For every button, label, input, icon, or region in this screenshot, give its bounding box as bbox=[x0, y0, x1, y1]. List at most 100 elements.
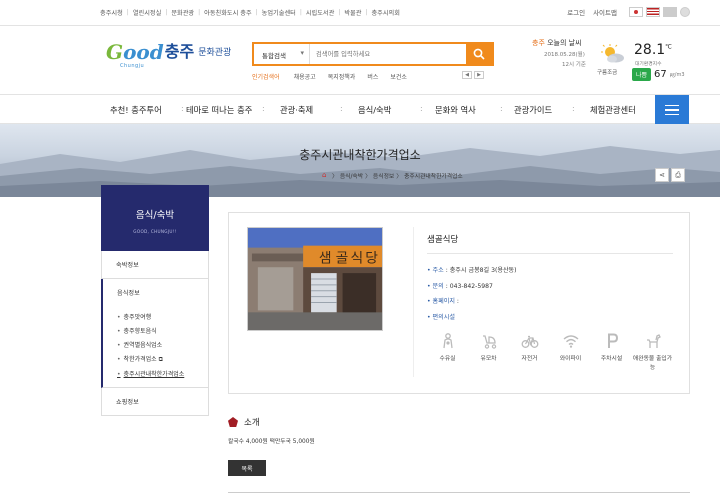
list-button[interactable]: 목록 bbox=[228, 460, 266, 476]
facility-pet: 애완동물 출입가능 bbox=[632, 331, 673, 373]
keyword-next-button[interactable]: ▶ bbox=[474, 71, 484, 79]
weather-time: 12시 기준 bbox=[562, 62, 586, 68]
shop-homepage: 홈페이지 : bbox=[427, 296, 517, 305]
util-link-council[interactable]: 충주시의회 bbox=[371, 8, 399, 17]
language-circle-icon[interactable] bbox=[680, 7, 690, 17]
utility-right: 로그인 사이트맵 bbox=[567, 7, 690, 17]
shop-photo: 샘 골 식 당 bbox=[247, 227, 383, 331]
other-language-flag-icon[interactable] bbox=[663, 7, 677, 17]
side-nav-item-lodging[interactable]: 숙박정보 bbox=[102, 251, 208, 278]
search-icon bbox=[473, 48, 485, 60]
popular-keyword[interactable]: 보건소 bbox=[390, 72, 407, 81]
facility-wifi: 와이파이 bbox=[550, 331, 591, 373]
shop-phone: 문의 : 043-842-5987 bbox=[427, 281, 517, 290]
shop-facilities-label: 편의시설 bbox=[427, 312, 517, 321]
nav-item-theme-tour[interactable]: 테마로 떠나는 충주 bbox=[186, 104, 252, 116]
side-nav-subitems: 충주맛여행 충주향토음식 권역별음식업소 착한가격업소 ⧉ 충주시관내착한가격업… bbox=[103, 309, 208, 387]
nav-item-recommended-tour[interactable]: 추천! 충주투어 bbox=[110, 104, 162, 116]
facility-nursing-room: 수유실 bbox=[427, 331, 468, 373]
facility-icons: 수유실 유모차 자전거 와이파이 주차시설 애완동물 출입가능 bbox=[427, 331, 673, 373]
intro-section: 소개 칼국수 4,000원 떡만두국 5,000원 bbox=[228, 416, 315, 445]
util-link-museum[interactable]: 박물관 bbox=[344, 8, 361, 17]
home-icon[interactable]: ⌂ bbox=[322, 172, 330, 179]
search-box: 통합검색 bbox=[252, 42, 494, 66]
util-link-city-hall[interactable]: 충주시청 bbox=[100, 8, 123, 17]
nav-item-experience-center[interactable]: 체험관광센터 bbox=[590, 104, 636, 116]
nav-item-food-lodging[interactable]: 음식/숙박 bbox=[358, 104, 391, 116]
side-nav-sub-item[interactable]: 충주향토음식 bbox=[117, 323, 208, 337]
search-input[interactable] bbox=[310, 44, 466, 64]
bicycle-icon bbox=[521, 335, 538, 348]
logo-subtitle: Chungju bbox=[120, 63, 145, 69]
hamburger-icon bbox=[665, 104, 679, 107]
shop-info: 주소 : 충주시 금봉8길 3(용산동) 문의 : 043-842-5987 홈… bbox=[427, 265, 517, 327]
side-nav-sub-item-active[interactable]: 충주시관내착한가격업소 bbox=[117, 367, 208, 381]
popular-keyword[interactable]: 버스 bbox=[367, 72, 378, 81]
nav-item-tourism-festival[interactable]: 관광·축제 bbox=[280, 104, 313, 116]
search-button[interactable] bbox=[466, 44, 492, 64]
side-nav-item-shopping[interactable]: 쇼핑정보 bbox=[102, 388, 208, 415]
side-nav-sub-item[interactable]: 충주맛여행 bbox=[117, 309, 208, 323]
air-quality-badge: 나쁨 bbox=[632, 68, 652, 81]
site-logo[interactable]: Good 충주 문화관광 bbox=[106, 42, 231, 62]
facility-parking: 주차시설 bbox=[591, 331, 632, 373]
share-icon[interactable]: ⋖ bbox=[655, 168, 669, 182]
side-nav-item-food[interactable]: 음식정보 bbox=[103, 279, 208, 309]
side-nav-sub-item[interactable]: 권역별음식업소 bbox=[117, 337, 208, 351]
popular-keywords: 인기검색어 채용공고 복지정책과 버스 보건소 ◀ ▶ bbox=[252, 71, 484, 81]
util-link-open-office[interactable]: 열린시정실 bbox=[133, 8, 161, 17]
nav-item-tour-guide[interactable]: 관광가이드 bbox=[514, 104, 552, 116]
keyword-prev-button[interactable]: ◀ bbox=[462, 71, 472, 79]
shop-sign-char: 골 bbox=[336, 250, 349, 266]
stroller-icon bbox=[482, 335, 496, 349]
intro-title: 소개 bbox=[244, 418, 260, 428]
parking-icon bbox=[607, 333, 618, 348]
shop-address: 주소 : 충주시 금봉8길 3(용산동) bbox=[427, 265, 517, 274]
facility-bicycle: 자전거 bbox=[509, 331, 550, 373]
popular-label: 인기검색어 bbox=[252, 74, 280, 81]
util-link-culture[interactable]: 문화관광 bbox=[171, 8, 194, 17]
page-title: 충주시관내착한가격업소 bbox=[299, 148, 421, 162]
shop-sign-char: 샘 bbox=[319, 250, 332, 266]
search-scope-select[interactable]: 통합검색 bbox=[254, 44, 310, 64]
header: Good 충주 문화관광 Chungju 통합검색 인기검색어 채용공고 복지정… bbox=[0, 26, 720, 94]
all-menu-button[interactable] bbox=[655, 95, 689, 125]
weather-date: 2018.05.28(월) bbox=[544, 52, 585, 58]
breadcrumb: ⌂ 〉 음식/숙박 〉 음식정보 〉 충주시관내착한가격업소 bbox=[322, 171, 463, 181]
language-flags bbox=[629, 7, 690, 17]
weather-title: 충주 오늘의 날씨 bbox=[532, 39, 582, 47]
korean-flag-icon[interactable] bbox=[629, 7, 643, 17]
shop-sign-char: 당 bbox=[365, 250, 378, 266]
print-icon[interactable]: ⎙ bbox=[671, 168, 685, 182]
popular-keyword[interactable]: 채용공고 bbox=[294, 72, 316, 81]
facility-stroller: 유모차 bbox=[468, 331, 509, 373]
shop-card: 샘 골 식 당 샘골식당 주소 : 충주시 금봉8길 3(용산동) 문의 : 0… bbox=[228, 212, 690, 394]
air-quality-unit: ㎍/m3 bbox=[669, 72, 685, 78]
util-link-agri-center[interactable]: 농업기술센터 bbox=[262, 8, 296, 17]
nav-item-culture-history[interactable]: 문화와 역사 bbox=[435, 104, 476, 116]
side-nav-subtitle: GOOD, CHUNGJU!! bbox=[133, 229, 177, 234]
util-link-library[interactable]: 시립도서관 bbox=[306, 8, 334, 17]
pet-icon bbox=[646, 334, 661, 348]
shop-sign-char: 식 bbox=[350, 250, 363, 266]
intro-description: 칼국수 4,000원 떡만두국 5,000원 bbox=[228, 439, 315, 445]
air-quality-label: 대기환경지수 bbox=[635, 62, 662, 67]
side-nav-title: 음식/숙박 bbox=[135, 210, 175, 221]
util-link-child-city[interactable]: 아동친화도시 충주 bbox=[204, 8, 252, 17]
side-nav-sub-item[interactable]: 착한가격업소 ⧉ bbox=[117, 352, 208, 367]
breadcrumb-item[interactable]: 음식정보 bbox=[373, 171, 394, 180]
utility-bar: 충주시청 | 열린시정실 | 문화관광 | 아동친화도시 충주 | 농업기술센터 | 시립… bbox=[0, 0, 720, 26]
popular-keyword[interactable]: 복지정책과 bbox=[328, 72, 356, 81]
breadcrumb-item[interactable]: 음식/숙박 bbox=[340, 171, 363, 180]
sitemap-link[interactable]: 사이트맵 bbox=[593, 7, 617, 17]
wifi-icon bbox=[563, 335, 578, 348]
shop-name: 샘골식당 bbox=[427, 235, 459, 245]
english-flag-icon[interactable] bbox=[646, 7, 660, 17]
weather-widget: 충주 오늘의 날씨 2018.05.28(월) 12시 기준 구름조금 28.1… bbox=[530, 38, 690, 88]
pentagon-bullet-icon bbox=[228, 417, 238, 427]
partly-cloudy-icon bbox=[601, 44, 624, 63]
main-nav: 추천! 충주투어 : 테마로 떠나는 충주 : 관광·축제 : 음식/숙박 : … bbox=[0, 94, 720, 125]
login-link[interactable]: 로그인 bbox=[567, 7, 585, 17]
breadcrumb-item[interactable]: 충주시관내착한가격업소 bbox=[404, 171, 463, 180]
weather-condition: 구름조금 bbox=[597, 70, 618, 76]
